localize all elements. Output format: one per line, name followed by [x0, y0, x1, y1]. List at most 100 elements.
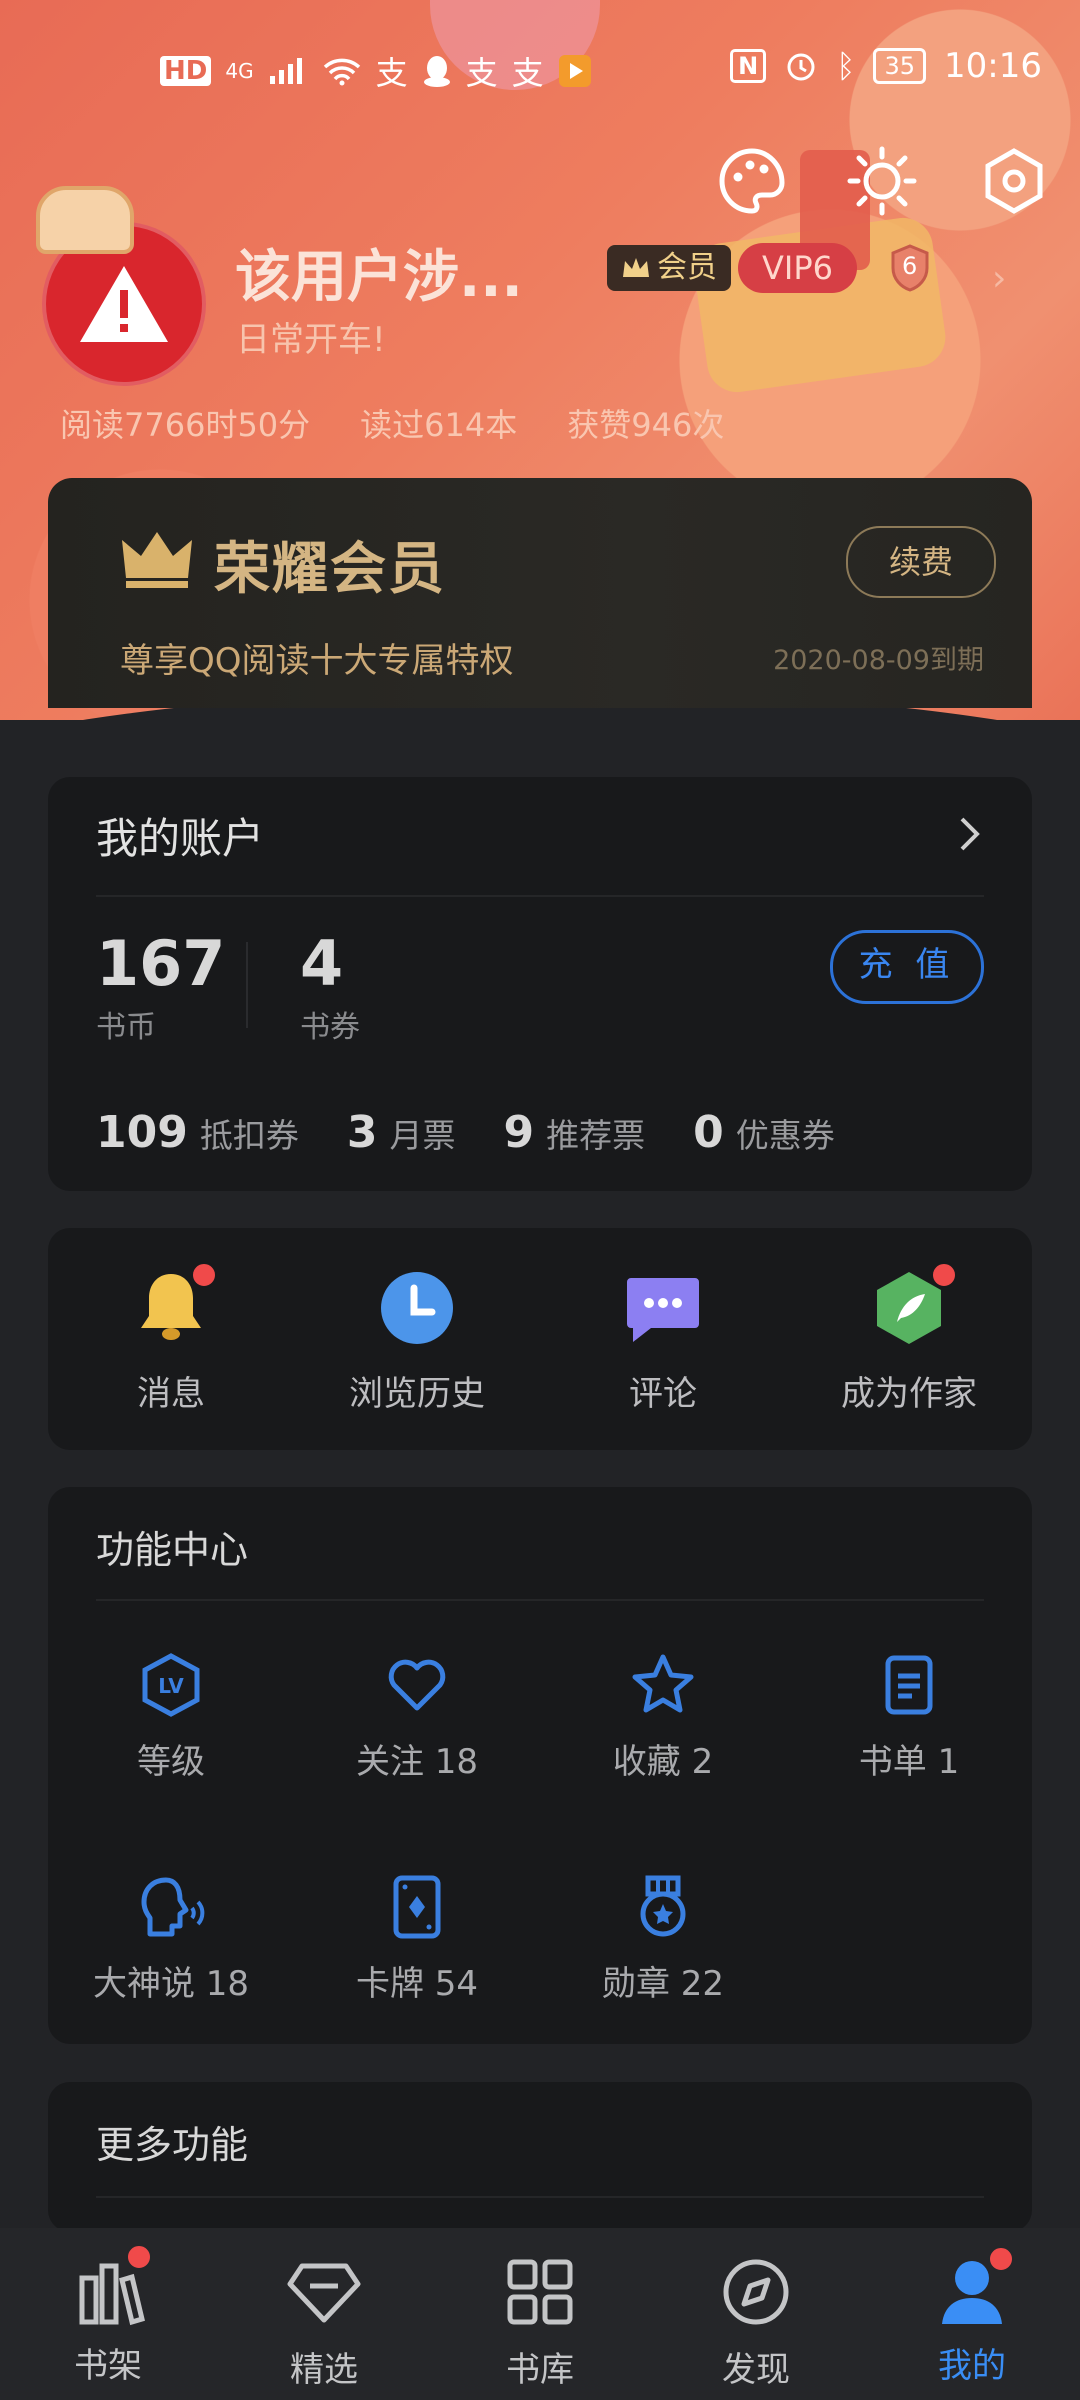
chevron-right-icon[interactable]: › [992, 258, 1006, 299]
crown-icon [623, 258, 649, 277]
func-booklist[interactable]: 书单 1 [786, 1652, 1032, 1783]
recommend-ticket[interactable]: 9 推荐票 [503, 1107, 645, 1158]
func-label: 收藏 2 [612, 1742, 714, 1782]
deduction-coupon[interactable]: 109 抵扣券 [96, 1107, 299, 1158]
vip-description: 尊享QQ阅读十大专属特权 [120, 641, 514, 681]
likes-count: 获赞946次 [567, 406, 725, 444]
comment-icon [623, 1268, 703, 1348]
recharge-button[interactable]: 充 值 [830, 930, 984, 1004]
tab-label: 书库 [506, 2350, 574, 2390]
quick-label: 评论 [629, 1374, 697, 1414]
function-center: 功能中心 LV 等级 关注 18 收藏 2 书单 1 大神说 18 卡牌 54 … [48, 1487, 1032, 2044]
coins-block[interactable]: 167 书币 [96, 927, 225, 1046]
tab-label: 精选 [290, 2350, 358, 2390]
clock-icon [377, 1268, 457, 1348]
grid-icon [507, 2259, 573, 2325]
hd-indicator: HD [160, 56, 212, 86]
vip-expiry: 2020-08-09到期 [773, 645, 984, 676]
tab-discover[interactable]: 发现 [648, 2256, 864, 2391]
monthly-ticket[interactable]: 3 月票 [347, 1107, 456, 1158]
tab-label: 我的 [938, 2346, 1006, 2386]
quick-comments[interactable]: 评论 [540, 1268, 786, 1415]
diamond-icon [287, 2263, 361, 2323]
status-bar: HD 4G 支 支 支 N ᛒ 35 10:16 [0, 40, 1080, 96]
func-master-talk[interactable]: 大神说 18 [48, 1874, 294, 2005]
night-mode-icon[interactable] [846, 145, 918, 217]
tab-featured[interactable]: 精选 [216, 2256, 432, 2391]
quick-messages[interactable]: 消息 [48, 1262, 294, 1415]
heart-icon [388, 1659, 446, 1711]
alipay-icon: 支 [375, 54, 408, 92]
bottom-tab-bar: 书架 精选 书库 发现 我的 [0, 2228, 1080, 2400]
wifi-icon [323, 58, 360, 86]
quick-history[interactable]: 浏览历史 [294, 1268, 540, 1415]
quick-become-writer[interactable]: 成为作家 [786, 1262, 1032, 1415]
coins-value: 167 [96, 927, 226, 1000]
star-icon [632, 1654, 694, 1713]
alipay-icon: 支 [465, 54, 498, 92]
func-cards[interactable]: 卡牌 54 [294, 1874, 540, 2005]
func-level[interactable]: LV 等级 [48, 1652, 294, 1783]
username[interactable]: 该用户涉... [235, 232, 523, 313]
vouchers-label: 书券 [300, 1010, 360, 1045]
tickets-row: 109 抵扣券 3 月票 9 推荐票 0 优惠券 [96, 1107, 835, 1158]
notification-dot [126, 2244, 152, 2270]
func-label: 大神说 18 [92, 1964, 250, 2004]
discount-coupon[interactable]: 0 优惠券 [693, 1107, 835, 1158]
crown-icon [120, 528, 194, 594]
vouchers-block[interactable]: 4 书券 [300, 927, 360, 1046]
func-medals[interactable]: 勋章 22 [540, 1874, 786, 2005]
clock-time: 10:16 [944, 46, 1042, 86]
bell-icon [131, 1262, 217, 1348]
vip-membership-card[interactable]: 荣耀会员 续费 尊享QQ阅读十大专属特权 2020-08-09到期 [48, 478, 1032, 708]
quill-icon [869, 1262, 957, 1348]
quick-label: 消息 [137, 1374, 205, 1414]
notification-dot [988, 2246, 1014, 2272]
video-icon [558, 55, 591, 87]
card-icon [393, 1875, 441, 1939]
signal-icon [269, 58, 302, 84]
speaking-head-icon [141, 1877, 205, 1937]
func-collection[interactable]: 收藏 2 [540, 1652, 786, 1783]
member-badge[interactable]: 会员 [607, 245, 731, 291]
tab-me[interactable]: 我的 [864, 2246, 1080, 2387]
account-card: 我的账户 167 书币 4 书券 充 值 109 抵扣券 3 月票 9 推荐票 0 优惠… [48, 777, 1032, 1191]
battery-indicator: 35 [873, 48, 927, 84]
func-follow[interactable]: 关注 18 [294, 1652, 540, 1783]
tab-library[interactable]: 书库 [432, 2256, 648, 2391]
tab-bookshelf[interactable]: 书架 [0, 2244, 216, 2387]
level-badge[interactable]: 6 [890, 244, 930, 292]
divider [96, 895, 984, 897]
reading-stats: 阅读7766时50分 读过614本 获赞946次 [60, 400, 724, 446]
vip-title: 荣耀会员 [214, 537, 446, 602]
reading-time: 阅读7766时50分 [60, 406, 311, 444]
renew-button[interactable]: 续费 [846, 526, 996, 598]
quick-actions: 消息 浏览历史 评论 成为作家 [48, 1228, 1032, 1450]
qq-icon [423, 56, 450, 87]
nfc-icon: N [730, 49, 767, 83]
quick-label: 成为作家 [841, 1374, 977, 1414]
medal-icon [640, 1875, 686, 1937]
booklist-icon [885, 1655, 933, 1715]
divider [96, 1599, 984, 1601]
coins-label: 书币 [96, 1010, 156, 1045]
svg-text:LV: LV [158, 1674, 184, 1698]
theme-palette-icon[interactable] [716, 145, 788, 217]
more-functions-title: 更多功能 [96, 2123, 249, 2167]
settings-icon[interactable] [978, 145, 1050, 217]
alarm-icon [787, 53, 815, 81]
vip-badge[interactable]: VIP6 [738, 243, 857, 293]
chevron-right-icon[interactable] [958, 815, 982, 857]
func-label: 书单 1 [858, 1742, 960, 1782]
books-read: 读过614本 [360, 406, 518, 444]
divider [96, 2196, 984, 2198]
notification-dot [191, 1262, 217, 1288]
quick-label: 浏览历史 [349, 1374, 485, 1414]
avatar-frame-crown [36, 186, 134, 254]
func-label: 等级 [137, 1742, 205, 1782]
account-title[interactable]: 我的账户 [96, 805, 264, 866]
user-tagline: 日常开车! [236, 320, 386, 360]
tab-label: 发现 [722, 2350, 790, 2390]
level-badge-number: 6 [902, 252, 918, 280]
level-icon: LV [142, 1653, 200, 1717]
